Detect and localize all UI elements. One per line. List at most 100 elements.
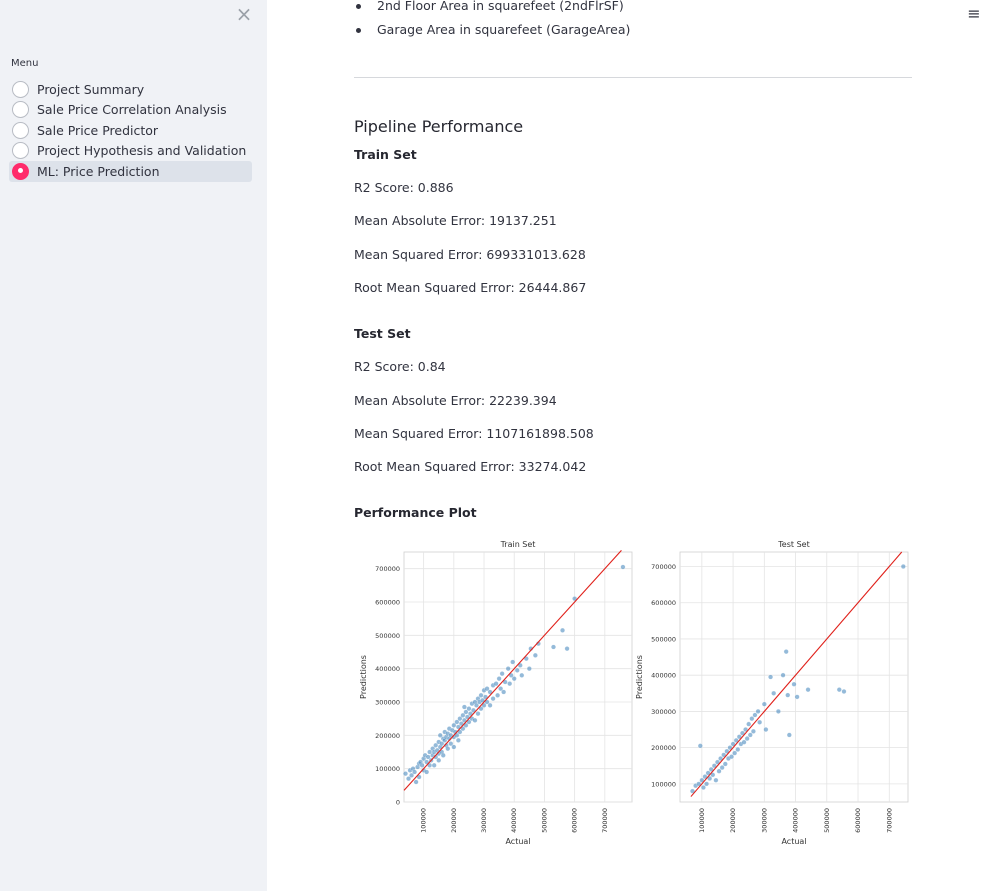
test-mse: Mean Squared Error: 1107161898.508 xyxy=(354,426,594,441)
y-tick-label: 500000 xyxy=(375,632,400,640)
x-tick-label: 500000 xyxy=(540,808,548,833)
plot-area xyxy=(403,551,633,803)
data-point xyxy=(783,649,789,655)
data-point xyxy=(514,667,520,673)
data-point xyxy=(499,671,505,677)
data-point xyxy=(704,781,709,787)
data-point xyxy=(750,728,756,734)
data-point xyxy=(749,716,755,722)
data-point xyxy=(732,750,738,756)
train-rmse: Root Mean Squared Error: 26444.867 xyxy=(354,280,587,295)
data-point xyxy=(436,757,442,763)
menu-option-label: Project Summary xyxy=(37,81,145,97)
sidebar: × Menu Project Summary Sale Price Correl… xyxy=(0,0,267,891)
x-tick-label: 100000 xyxy=(420,808,428,833)
test-rmse: Root Mean Squared Error: 33274.042 xyxy=(354,459,587,474)
data-point xyxy=(771,690,777,696)
data-point xyxy=(451,744,457,750)
section-title: Pipeline Performance xyxy=(354,117,524,136)
data-point xyxy=(440,752,446,758)
y-axis-label: Predictions xyxy=(635,655,644,699)
data-point xyxy=(501,689,507,695)
y-tick-label: 400000 xyxy=(375,665,400,673)
data-point xyxy=(755,708,761,714)
data-point xyxy=(744,736,750,742)
y-tick-label: 300000 xyxy=(375,699,400,707)
data-point xyxy=(493,681,499,687)
data-point xyxy=(620,564,626,570)
data-point xyxy=(487,702,493,708)
menu-radio-group: Project Summary Sale Price Correlation A… xyxy=(9,79,253,182)
y-tick-label: 100000 xyxy=(651,780,676,788)
y-tick-label: 400000 xyxy=(651,672,676,680)
menu-option-ml-price-prediction[interactable]: ML: Price Prediction xyxy=(9,161,253,182)
data-point xyxy=(722,761,728,767)
data-point xyxy=(472,717,478,723)
data-point xyxy=(763,727,769,732)
x-tick-label: 200000 xyxy=(450,808,458,833)
scatter-panel-test: 100000 200000 300000 400000 500000 600000 7000… xyxy=(635,540,909,846)
menu-option-correlation-analysis[interactable]: Sale Price Correlation Analysis xyxy=(9,100,252,121)
radio-button[interactable] xyxy=(12,121,29,139)
menu-option-price-predictor[interactable]: Sale Price Predictor xyxy=(9,120,252,141)
performance-plot-figure: 100000 200000 300000 400000 500000 600000 7000… xyxy=(359,540,909,846)
data-point xyxy=(786,732,792,738)
data-point xyxy=(841,689,847,694)
y-tick-label: 200000 xyxy=(651,744,676,752)
menu-option-project-summary[interactable]: Project Summary xyxy=(9,79,252,100)
x-tick-label: 400000 xyxy=(792,808,800,833)
data-point xyxy=(768,674,774,680)
data-point xyxy=(775,708,781,714)
y-tick-label: 0 xyxy=(396,799,400,807)
data-point xyxy=(475,711,481,717)
close-sidebar-icon[interactable]: × xyxy=(234,4,254,24)
data-point xyxy=(735,747,741,752)
data-point xyxy=(757,719,763,725)
data-point xyxy=(780,672,786,678)
data-point xyxy=(794,694,800,700)
x-tick-label: 600000 xyxy=(571,808,579,833)
radio-button[interactable] xyxy=(12,142,29,160)
y-tick-label: 100000 xyxy=(375,765,400,773)
feature-bullet-list: 2nd Floor Area in squarefeet (2ndFlrSF) … xyxy=(354,0,630,44)
hamburger-menu-icon[interactable]: ≡ xyxy=(966,6,982,22)
data-point xyxy=(412,769,418,775)
data-point xyxy=(495,692,501,698)
menu-option-hypothesis[interactable]: Project Hypothesis and Validation xyxy=(9,141,252,162)
data-point xyxy=(519,672,525,678)
y-tick-label: 600000 xyxy=(651,599,676,607)
y-tick-label: 600000 xyxy=(375,599,400,607)
data-point xyxy=(490,696,496,702)
data-point xyxy=(424,769,430,775)
performance-plot-heading: Performance Plot xyxy=(354,505,477,520)
data-point xyxy=(431,762,437,768)
menu-label: Menu xyxy=(11,58,39,69)
data-point xyxy=(716,768,722,774)
scatter-panel-train: 100000 200000 300000 400000 500000 600000 7000… xyxy=(359,540,633,846)
list-item: Garage Area in squarefeet (GarageArea) xyxy=(354,20,630,44)
radio-button-selected[interactable] xyxy=(12,162,29,180)
radio-button[interactable] xyxy=(12,101,29,119)
x-tick-label: 300000 xyxy=(760,808,768,833)
data-point xyxy=(560,627,565,633)
y-tick-label: 200000 xyxy=(375,732,400,740)
data-point xyxy=(532,652,538,658)
data-point xyxy=(478,692,484,698)
data-point xyxy=(791,681,797,687)
menu-option-label: Project Hypothesis and Validation xyxy=(37,143,247,159)
data-point xyxy=(747,732,753,738)
data-point xyxy=(746,721,752,727)
x-tick-label: 100000 xyxy=(698,808,706,833)
data-point xyxy=(526,666,532,672)
data-point xyxy=(836,687,842,693)
train-r2-score: R2 Score: 0.886 xyxy=(354,180,454,195)
menu-option-label: ML: Price Prediction xyxy=(37,163,160,179)
divider xyxy=(354,77,912,78)
list-item: 2nd Floor Area in squarefeet (2ndFlrSF) xyxy=(354,0,630,20)
data-point xyxy=(761,701,767,707)
data-point xyxy=(505,666,511,672)
data-point xyxy=(697,743,703,749)
data-point xyxy=(551,644,556,650)
data-point xyxy=(713,777,719,783)
radio-button[interactable] xyxy=(12,80,29,98)
